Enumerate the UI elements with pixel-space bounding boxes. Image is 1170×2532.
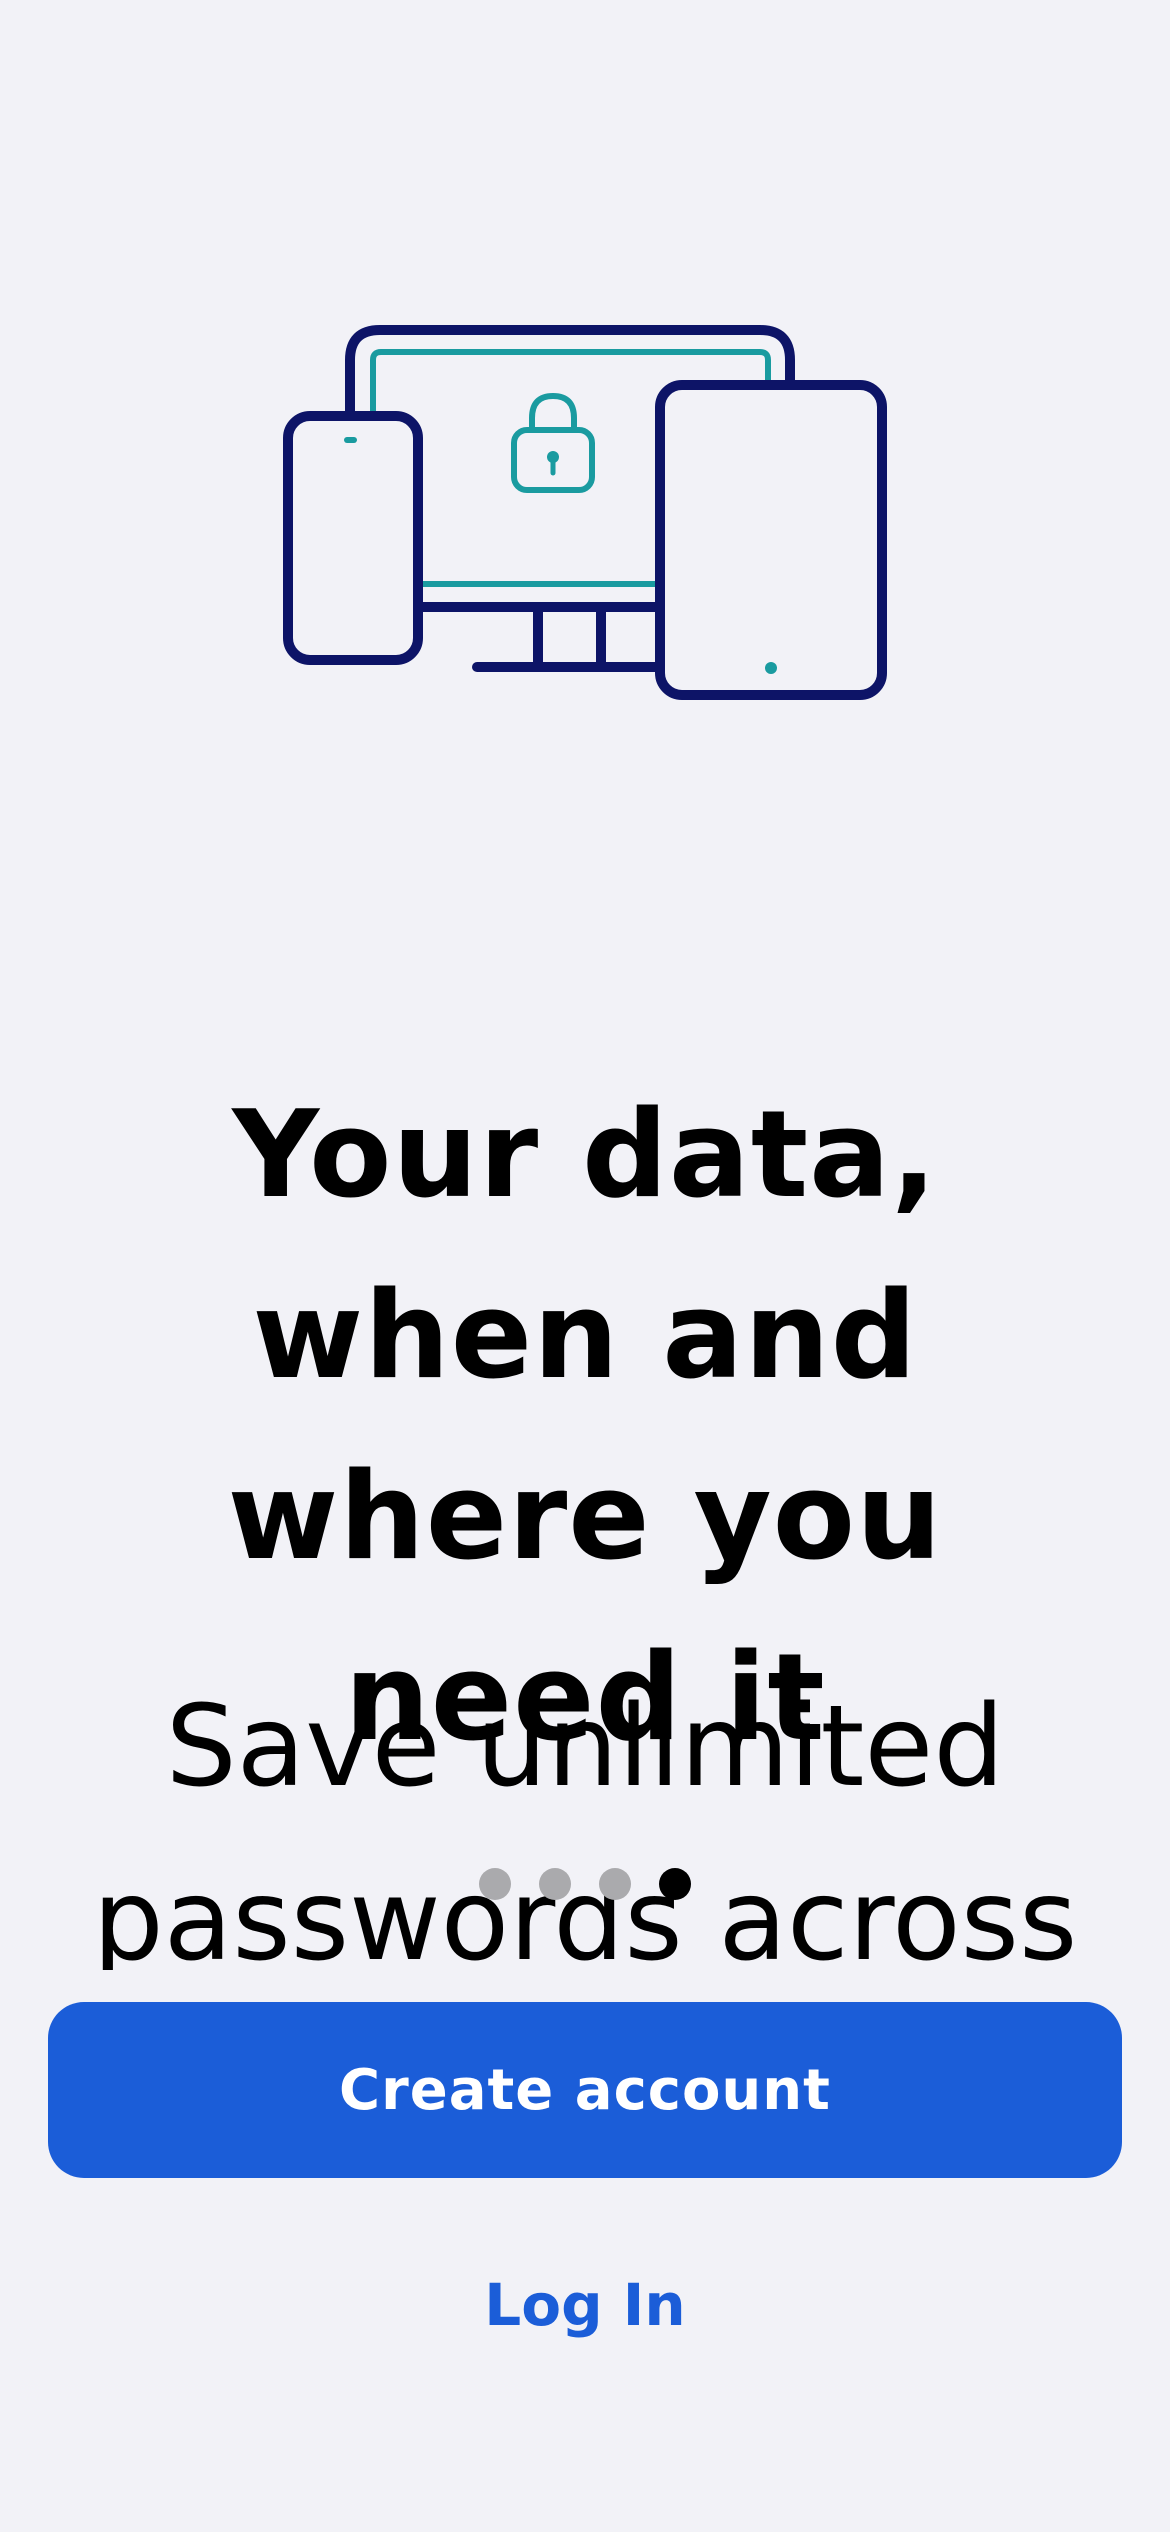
page-dot-3[interactable] [599, 1868, 631, 1900]
onboarding-screen: Your data, when and where you need it Sa… [0, 0, 1170, 2532]
page-indicator[interactable] [0, 1868, 1170, 1900]
create-account-button[interactable]: Create account [48, 2002, 1122, 2178]
page-dot-1[interactable] [479, 1868, 511, 1900]
onboarding-body-container: Save unlimited passwords across unlimite… [0, 1660, 1170, 1970]
login-link[interactable]: Log In [0, 2265, 1170, 2345]
onboarding-body-text: Save unlimited passwords across unlimite… [92, 1682, 1078, 1970]
devices-lock-illustration [283, 325, 887, 700]
page-dot-2[interactable] [539, 1868, 571, 1900]
page-dot-4-active[interactable] [659, 1868, 691, 1900]
